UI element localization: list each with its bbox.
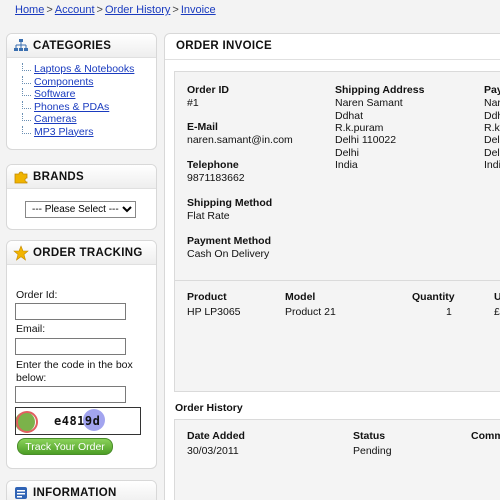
category-item: Laptops & Notebooks (22, 63, 156, 76)
info-icon (13, 485, 29, 500)
product-unit-price: £ (494, 306, 500, 318)
products-panel: Product Model Quantity U HP LP3065 Produ… (174, 280, 500, 392)
telephone-value: 9871183662 (187, 172, 245, 184)
column-header-product: Product (187, 291, 227, 303)
email-value: naren.samant@in.com (187, 134, 293, 146)
email-label: E-Mail (187, 121, 218, 133)
brands-title: BRANDS (33, 170, 84, 183)
brands-header: BRANDS (7, 165, 156, 189)
category-item: Cameras (22, 113, 156, 126)
sitemap-icon (13, 38, 29, 54)
order-invoice-box: ORDER INVOICE Order ID #1 E-Mail naren.s… (164, 33, 500, 500)
payment-method-value: Cash On Delivery (187, 248, 270, 260)
payment-address-line: R.k. (484, 122, 500, 134)
shipping-address-label: Shipping Address (335, 84, 425, 96)
payment-address-label: Pay (484, 84, 500, 96)
order-history-panel: Date Added Status Comm 30/03/2011 Pendin… (174, 419, 500, 500)
payment-address-line: Ddh (484, 110, 500, 122)
page-title: ORDER INVOICE (176, 40, 272, 52)
tree-branch-icon (22, 63, 31, 72)
category-link[interactable]: Components (34, 76, 94, 88)
category-list: Laptops & Notebooks Components Software … (7, 58, 156, 138)
track-order-button[interactable]: Track Your Order (17, 438, 113, 455)
tree-branch-icon (22, 113, 31, 122)
category-link[interactable]: Phones & PDAs (34, 101, 109, 113)
order-history-title: Order History (175, 402, 243, 414)
categories-box: CATEGORIES Laptops & Notebooks Component… (6, 33, 157, 150)
category-link[interactable]: Software (34, 88, 75, 100)
brands-box: BRANDS (6, 164, 157, 230)
captcha-instructions-line1: Enter the code in the box (16, 359, 133, 371)
information-header: INFORMATION (7, 481, 156, 500)
tree-branch-icon (22, 88, 31, 97)
history-date: 30/03/2011 (187, 445, 239, 457)
column-header-model: Model (285, 291, 316, 303)
history-status: Pending (353, 445, 392, 457)
shipping-method-value: Flat Rate (187, 210, 230, 222)
email-label: Email: (16, 323, 46, 335)
category-link[interactable]: Laptops & Notebooks (34, 63, 134, 75)
category-link[interactable]: Cameras (34, 113, 77, 125)
category-item: Components (22, 75, 156, 89)
brand-select[interactable]: --- Please Select --- (25, 201, 136, 218)
captcha-instructions-line2: below: (16, 372, 47, 384)
product-model: Product 21 (285, 306, 336, 318)
payment-address-line: Nar (484, 97, 500, 109)
category-link[interactable]: MP3 Players (34, 126, 94, 138)
breadcrumb-order-history[interactable]: Order History (105, 4, 170, 16)
shipping-method-label: Shipping Method (187, 197, 273, 209)
shipping-address-line: Ddhat (335, 110, 364, 122)
breadcrumb-account[interactable]: Account (55, 4, 95, 16)
shipping-address-line: R.k.puram (335, 122, 384, 134)
category-item: Phones & PDAs (22, 100, 156, 114)
column-header-quantity: Quantity (412, 291, 455, 303)
captcha-image: e4819d (15, 407, 141, 435)
category-item: Software (22, 88, 156, 101)
tree-branch-icon (22, 75, 31, 84)
breadcrumb-separator: > (96, 4, 103, 16)
order-id-label: Order ID (187, 84, 230, 96)
order-id-input[interactable] (15, 303, 126, 320)
payment-method-label: Payment Method (187, 235, 272, 247)
order-details-panel: Order ID #1 E-Mail naren.samant@in.com T… (174, 71, 500, 303)
breadcrumb-home[interactable]: Home (15, 4, 44, 16)
categories-title: CATEGORIES (33, 39, 112, 52)
column-header-comment: Comm (471, 430, 500, 442)
shipping-address-line: Delhi (335, 147, 359, 159)
order-id-value: #1 (187, 97, 199, 109)
column-header-date-added: Date Added (187, 430, 245, 442)
divider (165, 59, 500, 60)
breadcrumb-separator: > (172, 4, 179, 16)
puzzle-icon (13, 169, 29, 185)
shipping-address-line: Delhi 110022 (335, 134, 397, 146)
tree-branch-icon (22, 125, 31, 134)
payment-address-line: Dell (484, 147, 500, 159)
breadcrumb-invoice[interactable]: Invoice (181, 4, 216, 16)
email-input[interactable] (15, 338, 126, 355)
shipping-address-line: Naren Samant (335, 97, 403, 109)
information-title: INFORMATION (33, 486, 117, 499)
captcha-input[interactable] (15, 386, 126, 403)
categories-header: CATEGORIES (7, 34, 156, 58)
captcha-text: e4819d (54, 414, 101, 428)
order-tracking-title: ORDER TRACKING (33, 246, 143, 259)
product-name: HP LP3065 (187, 306, 241, 318)
payment-address-line: Dell (484, 134, 500, 146)
payment-address-line: Indi (484, 159, 500, 171)
category-item: MP3 Players (22, 125, 156, 139)
star-icon (13, 244, 29, 261)
product-quantity: 1 (446, 306, 452, 318)
order-tracking-header: ORDER TRACKING (7, 241, 156, 265)
tree-branch-icon (22, 100, 31, 109)
breadcrumb-separator: > (46, 4, 53, 16)
column-header-unit-price: U (494, 291, 500, 303)
order-id-label: Order Id: (16, 289, 58, 301)
telephone-label: Telephone (187, 159, 239, 171)
information-box: INFORMATION (6, 480, 157, 500)
column-header-status: Status (353, 430, 386, 442)
shipping-address-line: India (335, 159, 358, 171)
breadcrumb: Home > Account > Order History > Invoice (15, 4, 216, 18)
